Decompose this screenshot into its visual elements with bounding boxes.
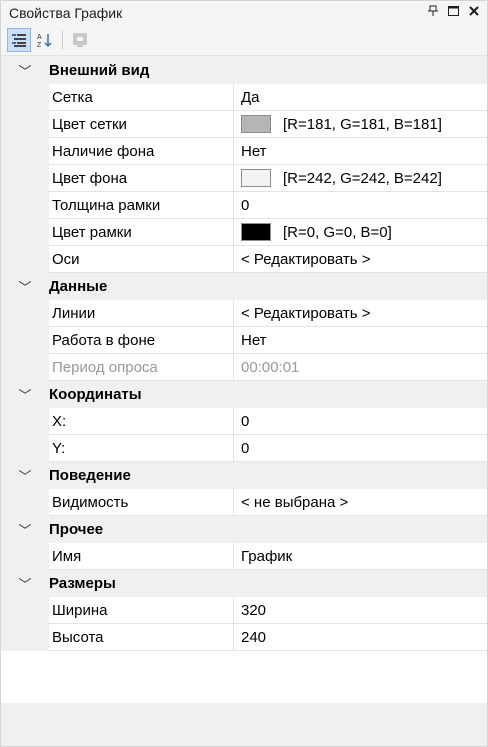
- property-name: X:: [49, 408, 234, 435]
- property-name: Y:: [49, 435, 234, 462]
- property-name: Имя: [49, 543, 234, 570]
- property-row-poll-period: Период опроса 00:00:01: [1, 354, 487, 381]
- property-row-border-width[interactable]: Толщина рамки 0: [1, 192, 487, 219]
- window-buttons: [428, 5, 479, 21]
- property-row-bg-color[interactable]: Цвет фона [R=242, G=242, B=242]: [1, 165, 487, 192]
- color-swatch: [241, 223, 271, 241]
- property-row-axes[interactable]: Оси < Редактировать >: [1, 246, 487, 273]
- chevron-down-icon[interactable]: ﹀: [1, 273, 49, 300]
- property-value[interactable]: Нет: [234, 327, 487, 354]
- category-name: Координаты: [49, 386, 142, 403]
- properties-panel: Свойства График A Z ﹀ Внешний вид Сетка …: [0, 0, 488, 747]
- property-value: [R=181, G=181, B=181]: [283, 115, 442, 133]
- property-value[interactable]: 320: [234, 597, 487, 624]
- property-value[interactable]: < Редактировать >: [234, 300, 487, 327]
- property-row-has-bg[interactable]: Наличие фона Нет: [1, 138, 487, 165]
- category-name: Поведение: [49, 467, 131, 484]
- property-grid: ﹀ Внешний вид Сетка Да Цвет сетки [R=181…: [1, 57, 487, 746]
- category-name: Прочее: [49, 521, 104, 538]
- chevron-down-icon[interactable]: ﹀: [1, 570, 49, 597]
- toolbar-separator: [62, 31, 63, 49]
- property-row-name[interactable]: Имя График: [1, 543, 487, 570]
- property-name: Цвет сетки: [49, 111, 234, 138]
- property-value[interactable]: 240: [234, 624, 487, 651]
- property-name: Период опроса: [49, 354, 234, 381]
- property-name: Сетка: [49, 84, 234, 111]
- property-name: Наличие фона: [49, 138, 234, 165]
- property-name: Работа в фоне: [49, 327, 234, 354]
- property-name: Высота: [49, 624, 234, 651]
- category-name: Размеры: [49, 575, 116, 592]
- property-name: Оси: [49, 246, 234, 273]
- property-value[interactable]: График: [234, 543, 487, 570]
- svg-text:Z: Z: [37, 42, 42, 48]
- maximize-icon[interactable]: [448, 6, 459, 20]
- category-name: Данные: [49, 278, 108, 295]
- property-row-grid-color[interactable]: Цвет сетки [R=181, G=181, B=181]: [1, 111, 487, 138]
- property-row-visibility[interactable]: Видимость < не выбрана >: [1, 489, 487, 516]
- property-row-y[interactable]: Y: 0: [1, 435, 487, 462]
- property-pages-icon: [73, 33, 87, 47]
- property-value[interactable]: 0: [234, 435, 487, 462]
- chevron-down-icon[interactable]: ﹀: [1, 516, 49, 543]
- property-value[interactable]: 0: [234, 192, 487, 219]
- property-value: [R=0, G=0, B=0]: [283, 223, 392, 241]
- property-name: Толщина рамки: [49, 192, 234, 219]
- category-appearance[interactable]: ﹀ Внешний вид: [1, 57, 487, 84]
- category-data[interactable]: ﹀ Данные: [1, 273, 487, 300]
- property-row-height[interactable]: Высота 240: [1, 624, 487, 651]
- sort-alpha-icon: A Z: [37, 34, 52, 48]
- chevron-down-icon[interactable]: ﹀: [1, 462, 49, 489]
- property-name: Цвет фона: [49, 165, 234, 192]
- property-value: 00:00:01: [234, 354, 487, 381]
- category-behavior[interactable]: ﹀ Поведение: [1, 462, 487, 489]
- property-value: [R=242, G=242, B=242]: [283, 169, 442, 187]
- property-value[interactable]: Да: [234, 84, 487, 111]
- title-bar: Свойства График: [1, 1, 487, 25]
- sort-alpha-button[interactable]: A Z: [33, 28, 57, 52]
- category-sizes[interactable]: ﹀ Размеры: [1, 570, 487, 597]
- property-name: Линии: [49, 300, 234, 327]
- grid-empty-area: [1, 703, 487, 746]
- categorized-view-button[interactable]: [7, 28, 31, 52]
- property-row-width[interactable]: Ширина 320: [1, 597, 487, 624]
- property-name: Ширина: [49, 597, 234, 624]
- category-name: Внешний вид: [49, 62, 150, 79]
- property-name: Видимость: [49, 489, 234, 516]
- property-value[interactable]: 0: [234, 408, 487, 435]
- svg-text:A: A: [37, 34, 42, 41]
- chevron-down-icon[interactable]: ﹀: [1, 381, 49, 408]
- pin-icon[interactable]: [428, 5, 438, 21]
- close-icon[interactable]: [469, 6, 479, 20]
- property-row-border-color[interactable]: Цвет рамки [R=0, G=0, B=0]: [1, 219, 487, 246]
- property-value[interactable]: Нет: [234, 138, 487, 165]
- chevron-down-icon[interactable]: ﹀: [1, 57, 49, 84]
- property-row-grid[interactable]: Сетка Да: [1, 84, 487, 111]
- property-toolbar: A Z: [1, 25, 487, 56]
- property-pages-button[interactable]: [68, 28, 92, 52]
- property-row-lines[interactable]: Линии < Редактировать >: [1, 300, 487, 327]
- color-swatch: [241, 169, 271, 187]
- property-row-x[interactable]: X: 0: [1, 408, 487, 435]
- property-row-background-work[interactable]: Работа в фоне Нет: [1, 327, 487, 354]
- color-swatch: [241, 115, 271, 133]
- property-value[interactable]: < не выбрана >: [234, 489, 487, 516]
- window-title: Свойства График: [9, 5, 123, 21]
- category-coords[interactable]: ﹀ Координаты: [1, 381, 487, 408]
- categorized-view-icon: [12, 34, 26, 47]
- property-value[interactable]: < Редактировать >: [234, 246, 487, 273]
- property-name: Цвет рамки: [49, 219, 234, 246]
- category-other[interactable]: ﹀ Прочее: [1, 516, 487, 543]
